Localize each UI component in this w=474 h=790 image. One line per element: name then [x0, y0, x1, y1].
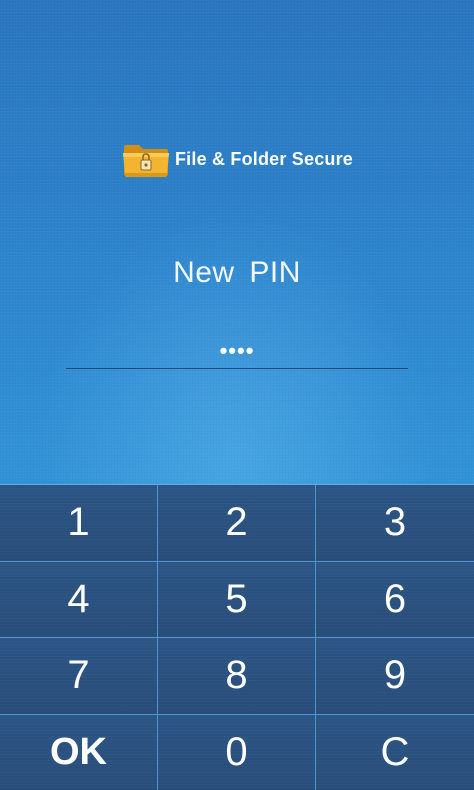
app-header: File & Folder Secure: [0, 139, 474, 179]
key-6[interactable]: 6: [316, 561, 474, 638]
key-4[interactable]: 4: [0, 561, 158, 638]
numeric-keypad: 1 2 3 4 5 6 7 8 9 OK 0 C: [0, 484, 474, 790]
app-title: File & Folder Secure: [174, 148, 354, 169]
key-1[interactable]: 1: [0, 485, 158, 562]
ok-button[interactable]: OK: [0, 714, 158, 790]
pin-prompt-label: New PIN: [173, 256, 301, 289]
clear-button[interactable]: C: [316, 714, 474, 790]
key-7[interactable]: 7: [0, 638, 158, 715]
key-5[interactable]: 5: [158, 561, 316, 638]
lock-folder-icon: [122, 145, 169, 177]
pin-input-field[interactable]: ••••: [66, 330, 408, 369]
key-0[interactable]: 0: [158, 714, 316, 790]
key-8[interactable]: 8: [158, 638, 316, 715]
key-2[interactable]: 2: [158, 485, 316, 562]
pin-masked-value: ••••: [219, 338, 255, 363]
key-9[interactable]: 9: [316, 638, 474, 715]
key-3[interactable]: 3: [316, 485, 474, 562]
